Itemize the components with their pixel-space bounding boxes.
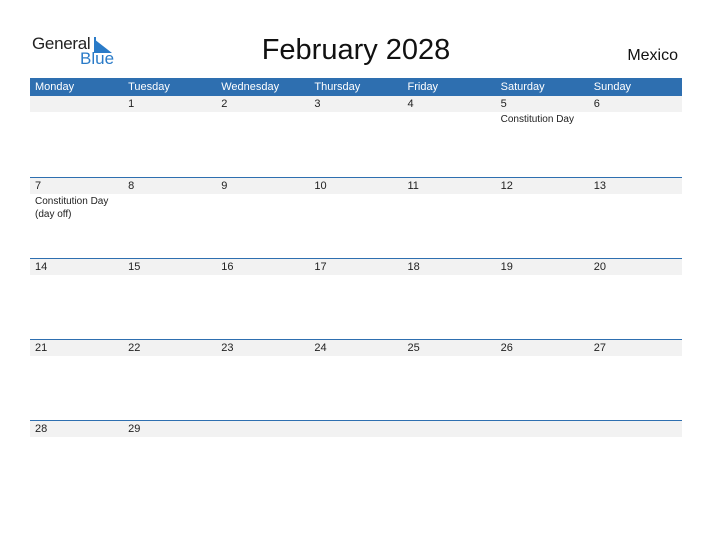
day-number: 4 xyxy=(407,98,414,110)
holiday-label xyxy=(123,194,216,221)
date-strip: 28 29 xyxy=(30,421,682,437)
week-row: 1 2 3 4 5 6 Constitution Day xyxy=(30,96,682,177)
holiday-label xyxy=(123,112,216,126)
day-number: 19 xyxy=(500,261,513,273)
day-number xyxy=(403,421,496,437)
holiday-label xyxy=(123,275,216,276)
day-number: 1 xyxy=(128,98,135,110)
day-number: 3 xyxy=(314,98,321,110)
holiday-label xyxy=(309,356,402,357)
day-number: 18 xyxy=(407,261,420,273)
day-number: 12 xyxy=(500,180,513,192)
holiday-label xyxy=(30,437,123,438)
day-number: 13 xyxy=(593,180,606,192)
holiday-label xyxy=(216,275,309,276)
day-number xyxy=(496,421,589,437)
calendar-grid: Monday Tuesday Wednesday Thursday Friday… xyxy=(30,78,682,501)
calendar-title: February 2028 xyxy=(261,34,451,66)
events-row xyxy=(30,437,682,438)
day-number: 25 xyxy=(407,342,420,354)
holiday-label xyxy=(496,437,589,438)
weekday-header: Monday Tuesday Wednesday Thursday Friday… xyxy=(30,78,682,96)
holiday-label xyxy=(403,112,496,126)
day-number: 24 xyxy=(314,342,327,354)
events-row: Constitution Day xyxy=(30,112,682,126)
events-row xyxy=(30,275,682,276)
day-number: 28 xyxy=(35,423,48,435)
holiday-label xyxy=(216,112,309,126)
holiday-label xyxy=(403,356,496,357)
weekday-thursday: Thursday xyxy=(314,81,361,93)
holiday-label xyxy=(30,112,123,126)
date-strip: 14 15 16 17 18 19 20 xyxy=(30,259,682,275)
day-number: 23 xyxy=(221,342,234,354)
holiday-label xyxy=(496,356,589,357)
holiday-label xyxy=(589,437,682,438)
weekday-wednesday: Wednesday xyxy=(221,81,280,93)
date-strip: 1 2 3 4 5 6 xyxy=(30,96,682,112)
holiday-label xyxy=(496,194,589,221)
week-row: 7 8 9 10 11 12 13 Constitution Day (day off) xyxy=(30,177,682,258)
day-number: 27 xyxy=(593,342,606,354)
holiday-label xyxy=(403,437,496,438)
day-number: 14 xyxy=(35,261,48,273)
holiday-label xyxy=(123,356,216,357)
holiday-label xyxy=(216,194,309,221)
events-row xyxy=(30,356,682,357)
date-strip: 21 22 23 24 25 26 27 xyxy=(30,340,682,356)
holiday-label xyxy=(309,275,402,276)
holiday-label xyxy=(589,356,682,357)
day-number: 20 xyxy=(593,261,606,273)
holiday-label xyxy=(496,275,589,276)
holiday-label xyxy=(30,356,123,357)
weekday-monday: Monday xyxy=(35,81,75,93)
weeks-container: 1 2 3 4 5 6 Constitution Day 7 8 9 10 11 12 13 Constit… xyxy=(30,96,682,501)
weekday-friday: Friday xyxy=(407,81,439,93)
holiday-label xyxy=(123,437,216,438)
weekday-saturday: Saturday xyxy=(500,81,545,93)
day-number: 29 xyxy=(128,423,141,435)
weekday-sunday: Sunday xyxy=(593,81,632,93)
day-number: 15 xyxy=(128,261,141,273)
holiday-label xyxy=(216,437,309,438)
week-row: 28 29 xyxy=(30,420,682,501)
day-number: 7 xyxy=(35,180,42,192)
holiday-label xyxy=(403,194,496,221)
day-number: 6 xyxy=(593,98,600,110)
holiday-label xyxy=(589,194,682,221)
day-number: 21 xyxy=(35,342,48,354)
holiday-label xyxy=(30,275,123,276)
day-number: 16 xyxy=(221,261,234,273)
holiday-label xyxy=(309,112,402,126)
day-number: 2 xyxy=(221,98,228,110)
week-row: 21 22 23 24 25 26 27 xyxy=(30,339,682,420)
day-number xyxy=(309,421,402,437)
day-number: 26 xyxy=(500,342,513,354)
holiday-label xyxy=(589,112,682,126)
weekday-tuesday: Tuesday xyxy=(128,81,170,93)
events-row: Constitution Day (day off) xyxy=(30,194,682,221)
day-number: 10 xyxy=(314,180,327,192)
holiday-label xyxy=(309,437,402,438)
day-number: 17 xyxy=(314,261,327,273)
country-label: Mexico xyxy=(627,47,678,64)
holiday-label xyxy=(403,275,496,276)
day-number: 8 xyxy=(128,180,135,192)
holiday-label xyxy=(216,356,309,357)
day-number xyxy=(589,421,682,437)
week-row: 14 15 16 17 18 19 20 xyxy=(30,258,682,339)
holiday-label xyxy=(589,275,682,276)
day-number: 11 xyxy=(407,180,419,192)
holiday-label: Constitution Day xyxy=(500,114,574,125)
day-number: 9 xyxy=(221,180,228,192)
holiday-label xyxy=(309,194,402,221)
holiday-label: Constitution Day (day off) xyxy=(35,196,109,220)
date-strip: 7 8 9 10 11 12 13 xyxy=(30,178,682,194)
day-number xyxy=(30,96,123,112)
day-number: 22 xyxy=(128,342,141,354)
day-number xyxy=(216,421,309,437)
day-number: 5 xyxy=(500,98,507,110)
